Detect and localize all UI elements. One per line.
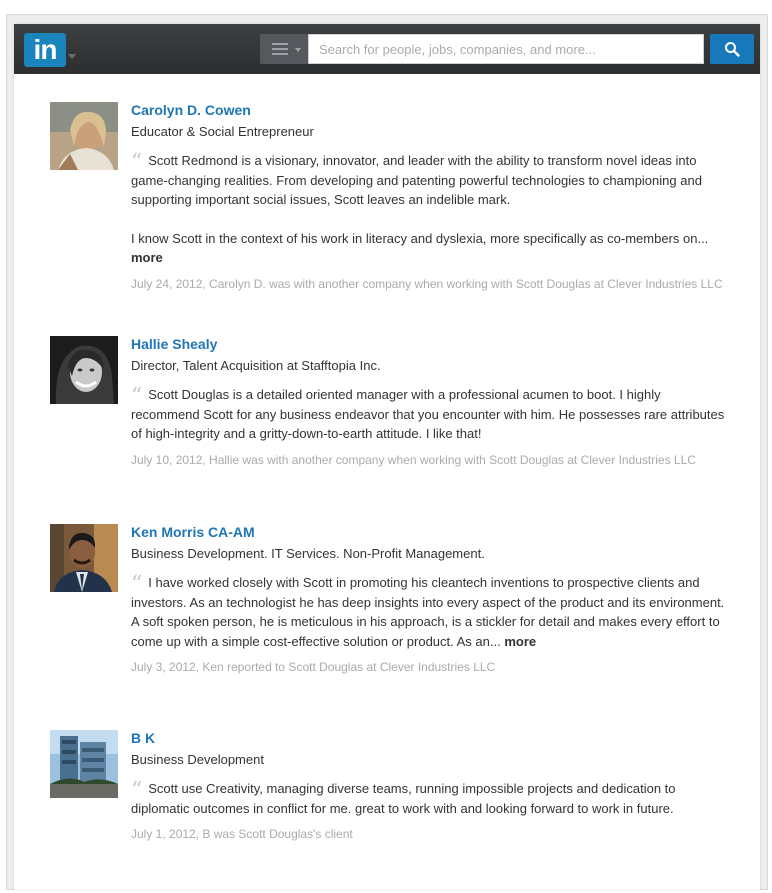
recommendation-paragraph: Scott use Creativity, managing diverse t… — [131, 781, 676, 816]
quote-icon: “ — [131, 150, 143, 175]
avatar[interactable] — [50, 524, 118, 592]
quote-icon: “ — [131, 572, 143, 597]
recommender-headline: Educator & Social Entrepreneur — [131, 124, 314, 139]
recommendation-paragraph: I have worked closely with Scott in prom… — [131, 575, 725, 649]
recommendation-paragraph: Scott Redmond is a visionary, innovator,… — [131, 153, 702, 207]
recommender-headline: Business Development — [131, 752, 264, 767]
recommendation-text: “Scott Douglas is a detailed oriented ma… — [131, 385, 731, 444]
search-category-menu-button[interactable] — [260, 34, 308, 64]
search-icon — [725, 42, 740, 57]
recommendation-text: “I have worked closely with Scott in pro… — [131, 573, 731, 651]
recommender-name-link[interactable]: Hallie Shealy — [131, 336, 217, 353]
more-link[interactable]: more — [131, 250, 163, 265]
menu-icon — [272, 43, 288, 55]
recommender-headline: Director, Talent Acquisition at Stafftop… — [131, 358, 381, 373]
recommendation-meta: July 24, 2012, Carolyn D. was with anoth… — [131, 276, 723, 291]
recommender-name-link[interactable]: Ken Morris CA-AM — [131, 524, 255, 541]
recommendation-meta: July 3, 2012, Ken reported to Scott Doug… — [131, 660, 496, 674]
linkedin-logo[interactable]: in — [24, 33, 66, 67]
search-input[interactable] — [308, 34, 704, 64]
screenshot-frame: in Search for people, jobs, companies, a… — [0, 0, 772, 893]
recommendation-meta: July 10, 2012, Hallie was with another c… — [131, 452, 696, 467]
recommendation-text: “Scott use Creativity, managing diverse … — [131, 779, 731, 818]
recommender-name-link[interactable]: Carolyn D. Cowen — [131, 102, 251, 119]
top-nav-bar: in — [14, 24, 760, 74]
more-link[interactable]: more — [504, 634, 536, 649]
recommendation-meta: July 1, 2012, B was Scott Douglas's clie… — [131, 827, 353, 841]
recommendation-paragraph: I know Scott in the context of his work … — [131, 230, 709, 246]
recommendation-body: Hallie Shealy Director, Talent Acquisiti… — [131, 336, 731, 469]
quote-icon: “ — [131, 384, 143, 409]
recommender-name-link[interactable]: B K — [131, 730, 155, 747]
recommendation-body: B K Business Development “Scott use Crea… — [131, 730, 731, 843]
recommendation-paragraph: Scott Douglas is a detailed oriented man… — [131, 387, 725, 441]
quote-icon: “ — [131, 778, 143, 803]
avatar[interactable] — [50, 336, 118, 404]
recommendation-text: “Scott Redmond is a visionary, innovator… — [131, 151, 731, 268]
recommendations-panel: in Search for people, jobs, companies, a… — [14, 24, 760, 890]
logo-chevron-down-icon[interactable] — [68, 54, 76, 59]
recommendation-body: Ken Morris CA-AM Business Development. I… — [131, 524, 731, 676]
search-button[interactable] — [710, 34, 754, 64]
avatar[interactable] — [50, 730, 118, 798]
recommender-headline: Business Development. IT Services. Non-P… — [131, 546, 485, 561]
avatar[interactable] — [50, 102, 118, 170]
chevron-down-icon — [295, 48, 301, 52]
recommendation-body: Carolyn D. Cowen Educator & Social Entre… — [131, 102, 731, 293]
top-strip — [0, 0, 772, 14]
